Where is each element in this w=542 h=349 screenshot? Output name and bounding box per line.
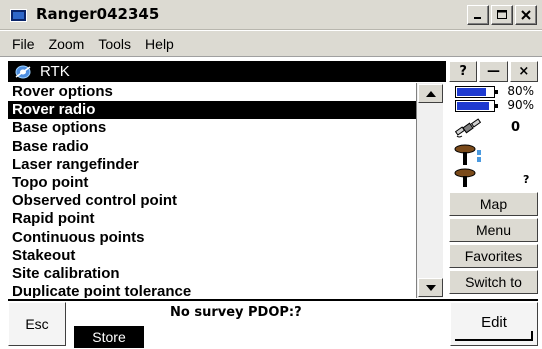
maximize-icon [497, 10, 507, 19]
store-button[interactable]: Store [74, 326, 144, 348]
panel-title: RTK [40, 63, 70, 80]
list-item[interactable]: Topo point [8, 174, 416, 192]
list-item[interactable]: Rapid point [8, 210, 416, 228]
panel-controls: ? — × [449, 61, 538, 82]
list-item[interactable]: Continuous points [8, 229, 416, 247]
panel-header: RTK [8, 61, 446, 82]
close-icon [521, 10, 531, 20]
list-item[interactable]: Base radio [8, 138, 416, 156]
map-button[interactable]: Map [449, 192, 538, 216]
scroll-down-button[interactable] [418, 278, 443, 297]
panel-minimize-button[interactable]: — [479, 61, 508, 82]
title-bar: Ranger042345 [0, 0, 542, 30]
list-item[interactable]: Rover radio [8, 101, 416, 120]
battery-1-percent: 80% [507, 84, 534, 98]
arrow-up-icon [425, 90, 436, 97]
satellite-icon[interactable] [455, 116, 481, 140]
panel-close-button[interactable]: × [509, 61, 538, 82]
survey-status: No survey PDOP:? [170, 305, 302, 320]
list-item[interactable]: Duplicate point tolerance [8, 283, 416, 298]
menu-bar: File Zoom Tools Help [0, 31, 542, 57]
status-panel: 80% 90% 0 ? [449, 84, 538, 190]
switch-to-button[interactable]: Switch to [449, 270, 538, 294]
minimize-icon [474, 17, 481, 19]
rtk-survey-icon [15, 65, 31, 78]
menu-tools[interactable]: Tools [98, 36, 131, 52]
maximize-button[interactable] [491, 5, 513, 25]
list-item[interactable]: Rover options [8, 83, 416, 101]
window-controls [467, 5, 537, 25]
list-item[interactable]: Base options [8, 119, 416, 137]
scroll-up-button[interactable] [418, 84, 443, 103]
rover-antenna-icon[interactable] [453, 168, 481, 188]
favorites-button[interactable]: Favorites [449, 244, 538, 268]
base-station-icon[interactable] [453, 144, 487, 166]
list-scrollbar[interactable] [416, 83, 443, 298]
settings-list: Rover options Rover radio Base options Base… [8, 83, 416, 298]
menu-help[interactable]: Help [145, 36, 174, 52]
battery-icon[interactable] [455, 100, 498, 112]
list-item[interactable]: Site calibration [8, 265, 416, 283]
window-title: Ranger042345 [36, 5, 160, 23]
help-button[interactable]: ? [449, 61, 478, 82]
list-item[interactable]: Laser rangefinder [8, 156, 416, 174]
esc-button[interactable]: Esc [8, 302, 66, 346]
app-icon [10, 9, 27, 22]
bottom-divider [8, 299, 538, 301]
close-button[interactable] [515, 5, 537, 25]
rover-status: ? [523, 173, 530, 186]
satellite-count: 0 [511, 120, 521, 135]
list-item[interactable]: Observed control point [8, 192, 416, 210]
menu-button[interactable]: Menu [449, 218, 538, 242]
menu-file[interactable]: File [12, 36, 35, 52]
edit-button[interactable]: Edit [450, 302, 538, 346]
edit-button-label: Edit [481, 313, 507, 331]
arrow-down-icon [425, 284, 436, 291]
battery-icon[interactable] [455, 86, 498, 98]
menu-zoom[interactable]: Zoom [49, 36, 85, 52]
list-item[interactable]: Stakeout [8, 247, 416, 265]
battery-2-percent: 90% [507, 98, 534, 112]
minimize-button[interactable] [467, 5, 489, 25]
